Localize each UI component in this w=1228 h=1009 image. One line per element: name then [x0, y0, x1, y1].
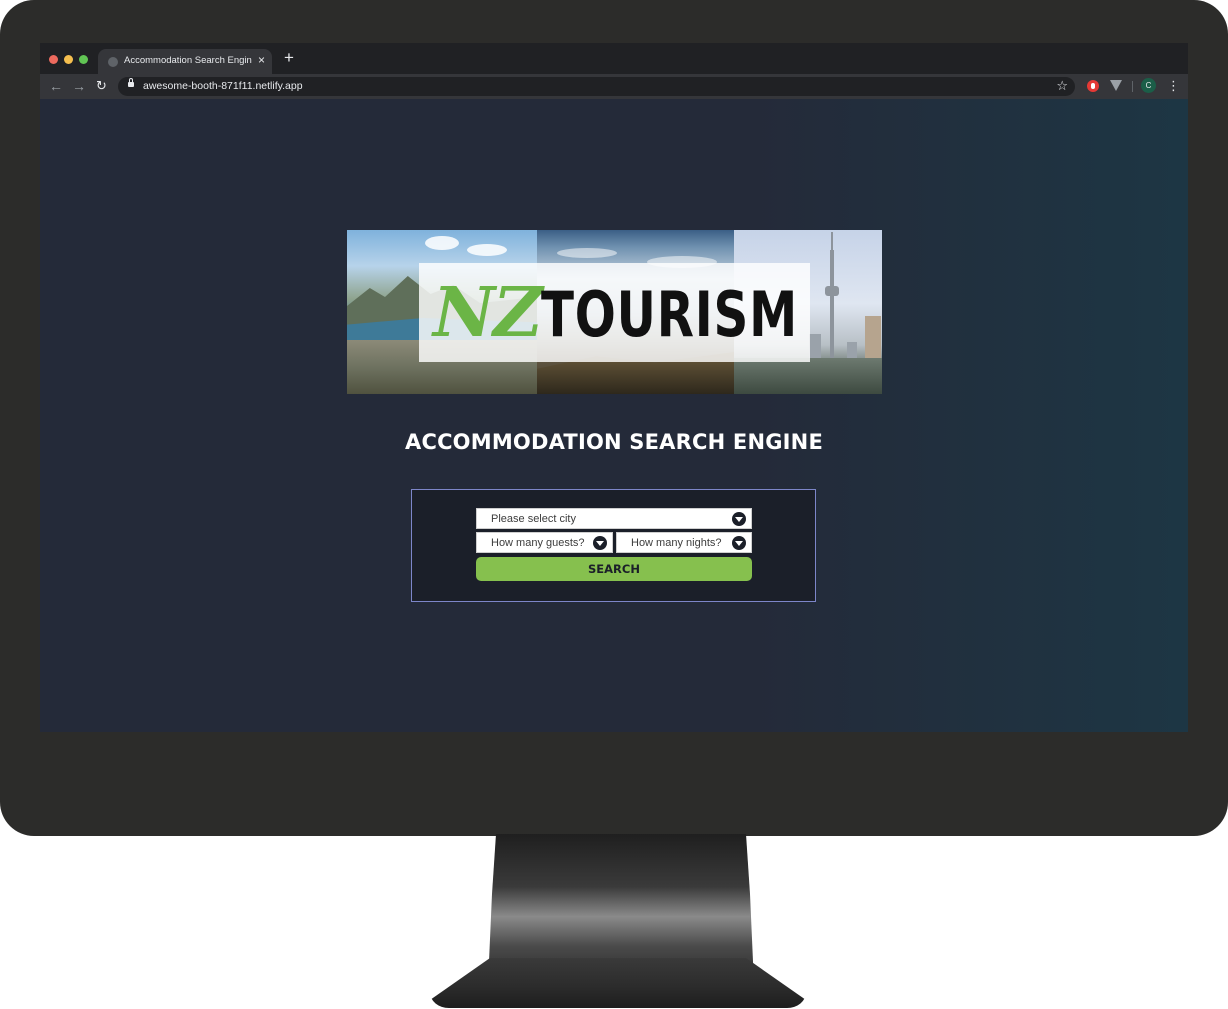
- page-title: ACCOMMODATION SEARCH ENGINE: [405, 430, 823, 454]
- reload-icon[interactable]: ↻: [96, 77, 107, 95]
- city-select[interactable]: Please select city: [476, 508, 752, 529]
- back-arrow-icon[interactable]: ←: [49, 77, 63, 95]
- lock-icon[interactable]: [128, 78, 134, 87]
- browser-toolbar: ← → ↻ awesome-booth-871f11.netlify.app ☆…: [40, 74, 1188, 99]
- vue-devtools-icon[interactable]: [1110, 80, 1122, 91]
- address-bar[interactable]: awesome-booth-871f11.netlify.app ☆: [118, 77, 1075, 96]
- nz-tourism-logo: NZ TOURISM: [419, 263, 810, 362]
- search-form: Please select city How many guests? How …: [411, 489, 816, 602]
- new-tab-button[interactable]: +: [284, 48, 294, 68]
- nights-select[interactable]: How many nights?: [616, 532, 752, 553]
- chevron-down-icon[interactable]: [593, 536, 607, 550]
- monitor-frame: Accommodation Search Engine × + ← → ↻ aw…: [0, 0, 1228, 836]
- nights-select-label: How many nights?: [631, 537, 722, 549]
- browser-window: Accommodation Search Engine × + ← → ↻ aw…: [40, 43, 1188, 732]
- globe-icon: [108, 57, 118, 67]
- hero-banner: NZ TOURISM: [347, 230, 882, 394]
- sky-tower-pod: [825, 286, 839, 296]
- maximize-window-button[interactable]: [79, 55, 88, 64]
- logo-nz-text: NZ: [433, 273, 543, 353]
- search-button[interactable]: SEARCH: [476, 557, 752, 581]
- tab-bar: Accommodation Search Engine × +: [40, 43, 1188, 74]
- logo-tourism-text: TOURISM: [541, 278, 799, 351]
- guests-select-label: How many guests?: [491, 537, 585, 549]
- menu-icon[interactable]: ⋮: [1167, 77, 1180, 95]
- profile-avatar[interactable]: C: [1141, 78, 1156, 93]
- adblock-icon[interactable]: [1087, 80, 1099, 92]
- close-window-button[interactable]: [49, 55, 58, 64]
- toolbar-divider: [1132, 81, 1133, 92]
- guests-select[interactable]: How many guests?: [476, 532, 613, 553]
- tab-title: Accommodation Search Engine: [124, 55, 252, 66]
- chevron-down-icon[interactable]: [732, 536, 746, 550]
- sky-tower-spire: [831, 232, 833, 252]
- page-content: NZ TOURISM ACCOMMODATION SEARCH ENGINE P…: [40, 99, 1188, 732]
- monitor-stand-base: [430, 958, 806, 1008]
- url-text[interactable]: awesome-booth-871f11.netlify.app: [143, 80, 303, 92]
- minimize-window-button[interactable]: [64, 55, 73, 64]
- browser-tab[interactable]: Accommodation Search Engine ×: [98, 49, 272, 74]
- chevron-down-icon[interactable]: [732, 512, 746, 526]
- sky-tower: [830, 250, 834, 360]
- star-icon[interactable]: ☆: [1056, 78, 1068, 94]
- close-tab-icon[interactable]: ×: [258, 53, 265, 67]
- forward-arrow-icon[interactable]: →: [72, 77, 86, 95]
- city-select-label: Please select city: [491, 513, 576, 525]
